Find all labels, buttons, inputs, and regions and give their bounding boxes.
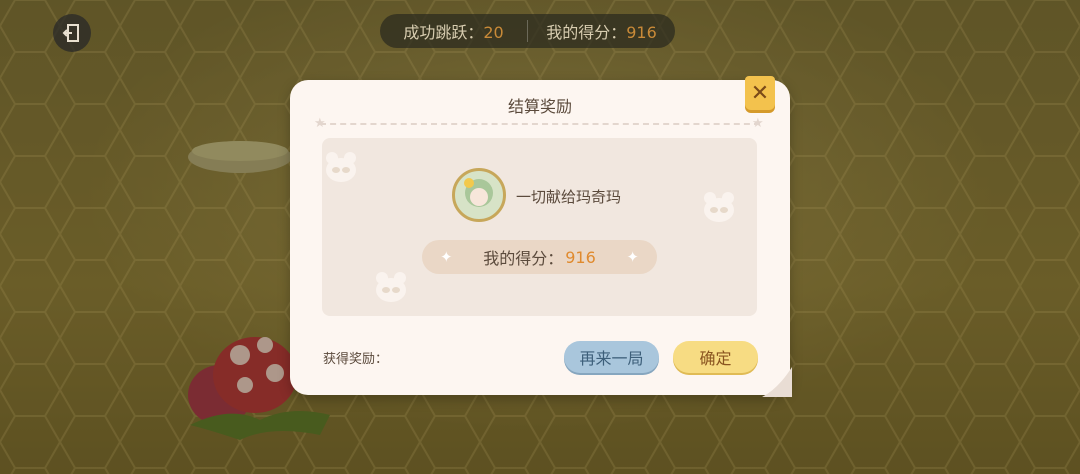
page-curl-decoration [762,367,792,397]
final-score: ✦ 我的得分： 916 ✦ [422,240,657,274]
dialog-title: 结算奖励 [507,97,572,116]
play-again-button[interactable]: 再来一局 [564,341,659,373]
final-score-label: 我的得分： [483,249,564,268]
bear-face-icon [704,192,734,222]
hud-score-label: 我的得分： [546,23,627,42]
player-avatar [452,168,506,222]
score-counter: 我的得分：916 [528,19,675,43]
avatar-icon [464,178,493,207]
exit-button[interactable] [53,14,91,52]
score-hud: 成功跳跃：20 我的得分：916 [380,14,675,48]
exit-icon [62,24,79,42]
final-score-value: 916 [565,247,596,267]
sparkle-icon: ✦ [440,248,453,266]
settlement-dialog: 结算奖励 ★ ★ ✕ 一切献给玛奇玛 ✦ 我的得分： 916 ✦ 获得奖励： 再… [290,76,792,397]
sparkle-icon: ✦ [626,248,639,266]
result-panel: 一切献给玛奇玛 ✦ 我的得分： 916 ✦ [322,138,757,316]
jumps-label: 成功跳跃： [403,23,484,42]
jumps-counter: 成功跳跃：20 [380,19,527,43]
bear-face-icon [326,152,356,182]
close-icon: ✕ [750,80,770,106]
title-divider [320,123,760,125]
hud-score-value: 916 [626,23,657,42]
reward-label: 获得奖励： [323,352,389,367]
close-button[interactable]: ✕ [745,76,775,110]
star-icon: ★ [752,116,764,131]
bear-face-icon [376,272,406,302]
jumps-value: 20 [483,23,504,42]
player-name: 一切献给玛奇玛 [516,188,622,206]
confirm-button[interactable]: 确定 [673,341,758,373]
